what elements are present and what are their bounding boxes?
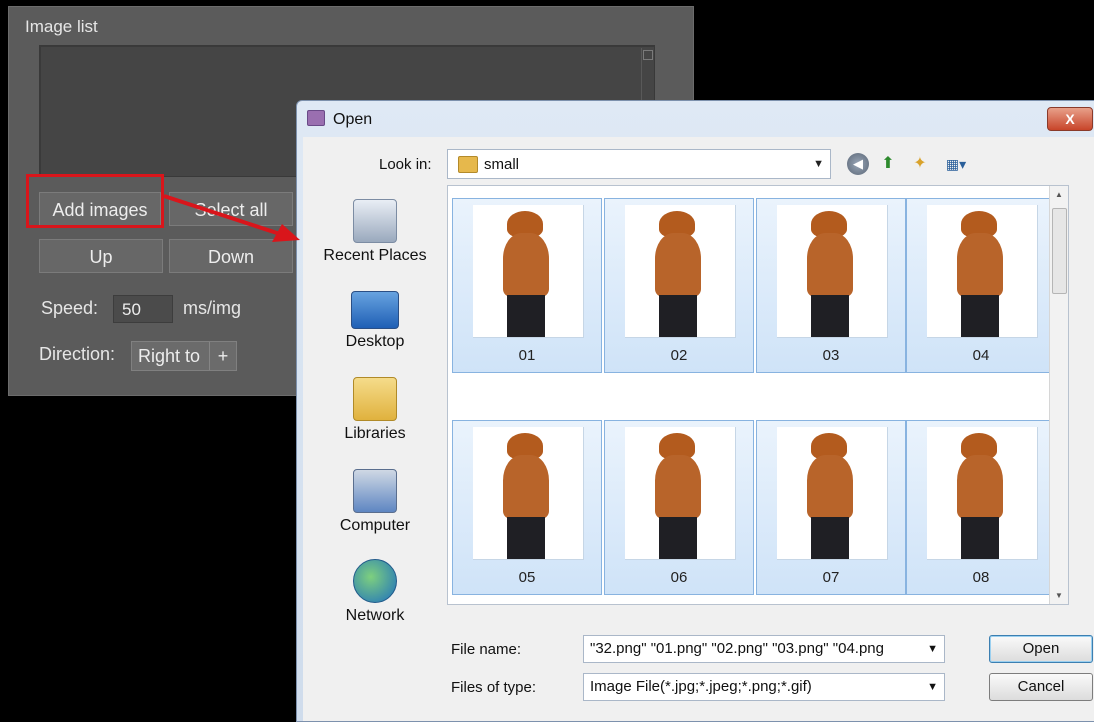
chevron-down-icon[interactable]: ▼ [813, 158, 824, 170]
file-name-label: 05 [518, 569, 536, 586]
file-name-label: 08 [972, 569, 990, 586]
look-in-combo[interactable]: small ▼ [447, 149, 831, 179]
open-button[interactable]: Open [989, 635, 1093, 663]
cancel-button[interactable]: Cancel [989, 673, 1093, 701]
place-label: Desktop [345, 333, 405, 350]
folder-icon [458, 156, 478, 173]
file-list-scrollbar[interactable]: ▲ ▼ [1049, 186, 1068, 604]
file-thumbnail[interactable]: 05 [452, 420, 602, 595]
direction-label: Direction: [39, 344, 116, 364]
new-folder-icon[interactable]: ✦ [909, 153, 931, 175]
direction-expand-icon[interactable]: + [209, 342, 236, 370]
thumbnail-image [473, 427, 584, 560]
speed-input[interactable]: 50 [113, 295, 173, 323]
direction-value: Right to [138, 346, 201, 366]
file-thumbnail[interactable]: 08 [906, 420, 1056, 595]
dialog-title: Open [333, 111, 373, 128]
dialog-titlebar[interactable]: Open X [297, 101, 1094, 137]
file-name-input[interactable]: "32.png" "01.png" "02.png" "03.png" "04.… [583, 635, 945, 663]
thumbnail-image [777, 205, 888, 338]
file-name-label: 01 [518, 347, 536, 364]
speed-label: Speed: [41, 298, 99, 318]
views-menu-icon[interactable]: ▦▾ [945, 153, 967, 175]
place-network[interactable]: Network [315, 559, 435, 625]
open-dialog: Open X Look in: small ▼ ◀ ⬆ ✦ ▦▾ Recent … [296, 100, 1094, 722]
thumbnail-image [625, 205, 736, 338]
desktop-icon [351, 291, 399, 329]
annotation-highlight-box [26, 174, 164, 228]
file-thumbnail[interactable]: 06 [604, 420, 754, 595]
file-type-value: Image File(*.jpg;*.jpeg;*.png;*.gif) [590, 678, 812, 695]
chevron-down-icon[interactable]: ▼ [923, 636, 938, 662]
look-in-value: small [484, 156, 520, 173]
place-recent-places[interactable]: Recent Places [315, 199, 435, 265]
scrollbar-thumb[interactable] [1052, 208, 1067, 294]
place-label: Network [345, 607, 405, 624]
thumbnail-image [473, 205, 584, 338]
place-libraries[interactable]: Libraries [315, 377, 435, 443]
close-button[interactable]: X [1047, 107, 1093, 131]
place-label: Recent Places [323, 247, 427, 264]
network-icon [353, 559, 397, 603]
file-name-value: "32.png" "01.png" "02.png" "03.png" "04.… [590, 640, 884, 657]
file-thumbnail[interactable]: 02 [604, 198, 754, 373]
file-thumbnail[interactable]: 03 [756, 198, 906, 373]
look-in-label: Look in: [379, 156, 432, 173]
file-thumbnail[interactable]: 01 [452, 198, 602, 373]
place-computer[interactable]: Computer [315, 469, 435, 535]
file-thumbnail[interactable]: 04 [906, 198, 1056, 373]
back-icon[interactable]: ◀ [847, 153, 869, 175]
file-name-label: 04 [972, 347, 990, 364]
thumbnail-image [777, 427, 888, 560]
scroll-down-icon[interactable]: ▼ [1055, 591, 1063, 600]
file-type-select[interactable]: Image File(*.jpg;*.jpeg;*.png;*.gif) ▼ [583, 673, 945, 701]
file-thumbnail[interactable]: 07 [756, 420, 906, 595]
scroll-up-icon[interactable]: ▲ [1055, 190, 1063, 199]
annotation-arrow [163, 194, 300, 242]
file-name-label: 06 [670, 569, 688, 586]
chevron-down-icon[interactable]: ▼ [923, 674, 938, 700]
direction-select[interactable]: Right to + [131, 341, 237, 371]
libraries-icon [353, 377, 397, 421]
place-label: Computer [339, 517, 411, 534]
thumbnail-image [927, 205, 1038, 338]
thumbnail-image [625, 427, 736, 560]
file-name-label: 03 [822, 347, 840, 364]
file-name-label: 02 [670, 347, 688, 364]
panel-title: Image list [25, 17, 98, 36]
place-label: Libraries [344, 425, 406, 442]
file-name-label: 07 [822, 569, 840, 586]
places-bar: Recent Places Desktop Libraries Computer… [315, 187, 435, 624]
thumbnail-image [927, 427, 1038, 560]
place-desktop[interactable]: Desktop [315, 291, 435, 351]
file-list-view[interactable]: 01 02 03 04 05 06 07 08 ▲ ▼ [447, 185, 1069, 605]
scroll-up-icon[interactable] [643, 50, 653, 60]
file-type-label: Files of type: [451, 679, 537, 696]
file-name-label-text: File name: [451, 641, 522, 658]
up-folder-icon[interactable]: ⬆ [877, 153, 899, 175]
app-icon [307, 110, 325, 126]
recent-places-icon [353, 199, 397, 243]
computer-icon [353, 469, 397, 513]
up-button[interactable]: Up [39, 239, 163, 273]
speed-unit-label: ms/img [183, 298, 241, 318]
